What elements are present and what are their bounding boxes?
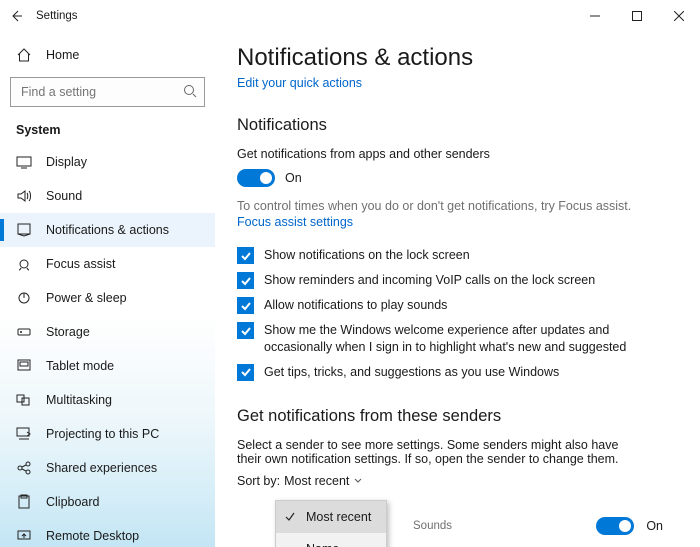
maximize-button[interactable] bbox=[616, 0, 658, 32]
opt-label: Most recent bbox=[306, 510, 371, 524]
nav-label: Shared experiences bbox=[46, 461, 157, 475]
nav-label: Clipboard bbox=[46, 495, 100, 509]
sidebar-item-power[interactable]: Power & sleep bbox=[0, 281, 215, 315]
projecting-icon bbox=[16, 426, 32, 442]
sidebar-item-display[interactable]: Display bbox=[0, 145, 215, 179]
nav-label: Projecting to this PC bbox=[46, 427, 159, 441]
nav-label: Display bbox=[46, 155, 87, 169]
sidebar-home-label: Home bbox=[46, 48, 79, 62]
focus-assist-link[interactable]: Focus assist settings bbox=[237, 215, 678, 229]
sound-icon bbox=[16, 188, 32, 204]
sidebar-item-shared[interactable]: Shared experiences bbox=[0, 451, 215, 485]
sender-toggle[interactable] bbox=[596, 517, 634, 535]
search-input[interactable] bbox=[10, 77, 205, 107]
check-label: Get tips, tricks, and suggestions as you… bbox=[264, 364, 559, 381]
sidebar-item-sound[interactable]: Sound bbox=[0, 179, 215, 213]
display-icon bbox=[16, 154, 32, 170]
check-label: Show notifications on the lock screen bbox=[264, 247, 470, 264]
focus-hint: To control times when you do or don't ge… bbox=[237, 199, 678, 213]
checkbox-icon bbox=[237, 322, 254, 339]
checkbox-icon bbox=[237, 297, 254, 314]
shared-icon bbox=[16, 460, 32, 476]
focus-icon bbox=[16, 256, 32, 272]
checkbox-icon bbox=[237, 272, 254, 289]
check-voip[interactable]: Show reminders and incoming VoIP calls o… bbox=[237, 272, 678, 289]
check-label: Show reminders and incoming VoIP calls o… bbox=[264, 272, 595, 289]
chevron-down-icon bbox=[353, 476, 363, 486]
sort-dropdown: Most recent Name bbox=[275, 500, 387, 547]
power-icon bbox=[16, 290, 32, 306]
sortby-value: Most recent bbox=[284, 474, 349, 488]
tablet-icon bbox=[16, 358, 32, 374]
nav-label: Multitasking bbox=[46, 393, 112, 407]
sidebar-item-notifications[interactable]: Notifications & actions bbox=[0, 213, 215, 247]
nav-label: Notifications & actions bbox=[46, 223, 169, 237]
nav-label: Focus assist bbox=[46, 257, 115, 271]
sidebar-item-remote[interactable]: Remote Desktop bbox=[0, 519, 215, 547]
sort-option-most-recent[interactable]: Most recent bbox=[276, 501, 386, 533]
section-senders: Get notifications from these senders bbox=[237, 407, 678, 426]
page-title: Notifications & actions bbox=[237, 44, 678, 72]
home-icon bbox=[16, 47, 32, 63]
nav-label: Tablet mode bbox=[46, 359, 114, 373]
check-icon bbox=[284, 511, 296, 523]
notifications-toggle[interactable] bbox=[237, 169, 275, 187]
check-welcome[interactable]: Show me the Windows welcome experience a… bbox=[237, 322, 678, 356]
notifications-icon bbox=[16, 222, 32, 238]
sortby-label: Sort by: bbox=[237, 474, 280, 488]
nav-label: Storage bbox=[46, 325, 90, 339]
storage-icon bbox=[16, 324, 32, 340]
get-notifications-label: Get notifications from apps and other se… bbox=[237, 147, 678, 161]
sidebar-category: System bbox=[0, 119, 215, 145]
sidebar-item-projecting[interactable]: Projecting to this PC bbox=[0, 417, 215, 451]
sort-by[interactable]: Sort by: Most recent bbox=[237, 474, 678, 488]
titlebar: Settings bbox=[0, 0, 700, 32]
search-icon bbox=[183, 84, 197, 98]
senders-hint: Select a sender to see more settings. So… bbox=[237, 438, 637, 466]
toggle-state: On bbox=[285, 171, 302, 185]
edit-quick-actions-link[interactable]: Edit your quick actions bbox=[237, 76, 678, 90]
sidebar-item-multitasking[interactable]: Multitasking bbox=[0, 383, 215, 417]
toggle-state: On bbox=[646, 519, 663, 533]
sidebar-item-storage[interactable]: Storage bbox=[0, 315, 215, 349]
check-label: Allow notifications to play sounds bbox=[264, 297, 447, 314]
checkbox-icon bbox=[237, 364, 254, 381]
main-content: Notifications & actions Edit your quick … bbox=[215, 32, 700, 547]
nav-label: Remote Desktop bbox=[46, 529, 139, 543]
section-notifications: Notifications bbox=[237, 116, 678, 135]
check-sounds[interactable]: Allow notifications to play sounds bbox=[237, 297, 678, 314]
minimize-button[interactable] bbox=[574, 0, 616, 32]
close-button[interactable] bbox=[658, 0, 700, 32]
check-lock-screen[interactable]: Show notifications on the lock screen bbox=[237, 247, 678, 264]
nav-label: Sound bbox=[46, 189, 82, 203]
back-button[interactable] bbox=[2, 0, 30, 32]
window-title: Settings bbox=[36, 10, 78, 22]
sidebar-item-focus-assist[interactable]: Focus assist bbox=[0, 247, 215, 281]
sender-row-1[interactable]: Sounds On bbox=[413, 517, 663, 535]
clipboard-icon bbox=[16, 494, 32, 510]
multitasking-icon bbox=[16, 392, 32, 408]
checkbox-icon bbox=[237, 247, 254, 264]
opt-label: Name bbox=[306, 542, 339, 547]
check-label: Show me the Windows welcome experience a… bbox=[264, 322, 644, 356]
sidebar-item-tablet[interactable]: Tablet mode bbox=[0, 349, 215, 383]
sort-option-name[interactable]: Name bbox=[276, 533, 386, 547]
search-wrap bbox=[10, 77, 205, 107]
remote-icon bbox=[16, 528, 32, 544]
sidebar: Home System Display Sound Notifications … bbox=[0, 32, 215, 547]
sender-sub: Sounds bbox=[413, 520, 452, 532]
nav-label: Power & sleep bbox=[46, 291, 127, 305]
sidebar-home[interactable]: Home bbox=[0, 38, 215, 71]
check-tips[interactable]: Get tips, tricks, and suggestions as you… bbox=[237, 364, 678, 381]
sidebar-nav: Display Sound Notifications & actions Fo… bbox=[0, 145, 215, 547]
sidebar-item-clipboard[interactable]: Clipboard bbox=[0, 485, 215, 519]
